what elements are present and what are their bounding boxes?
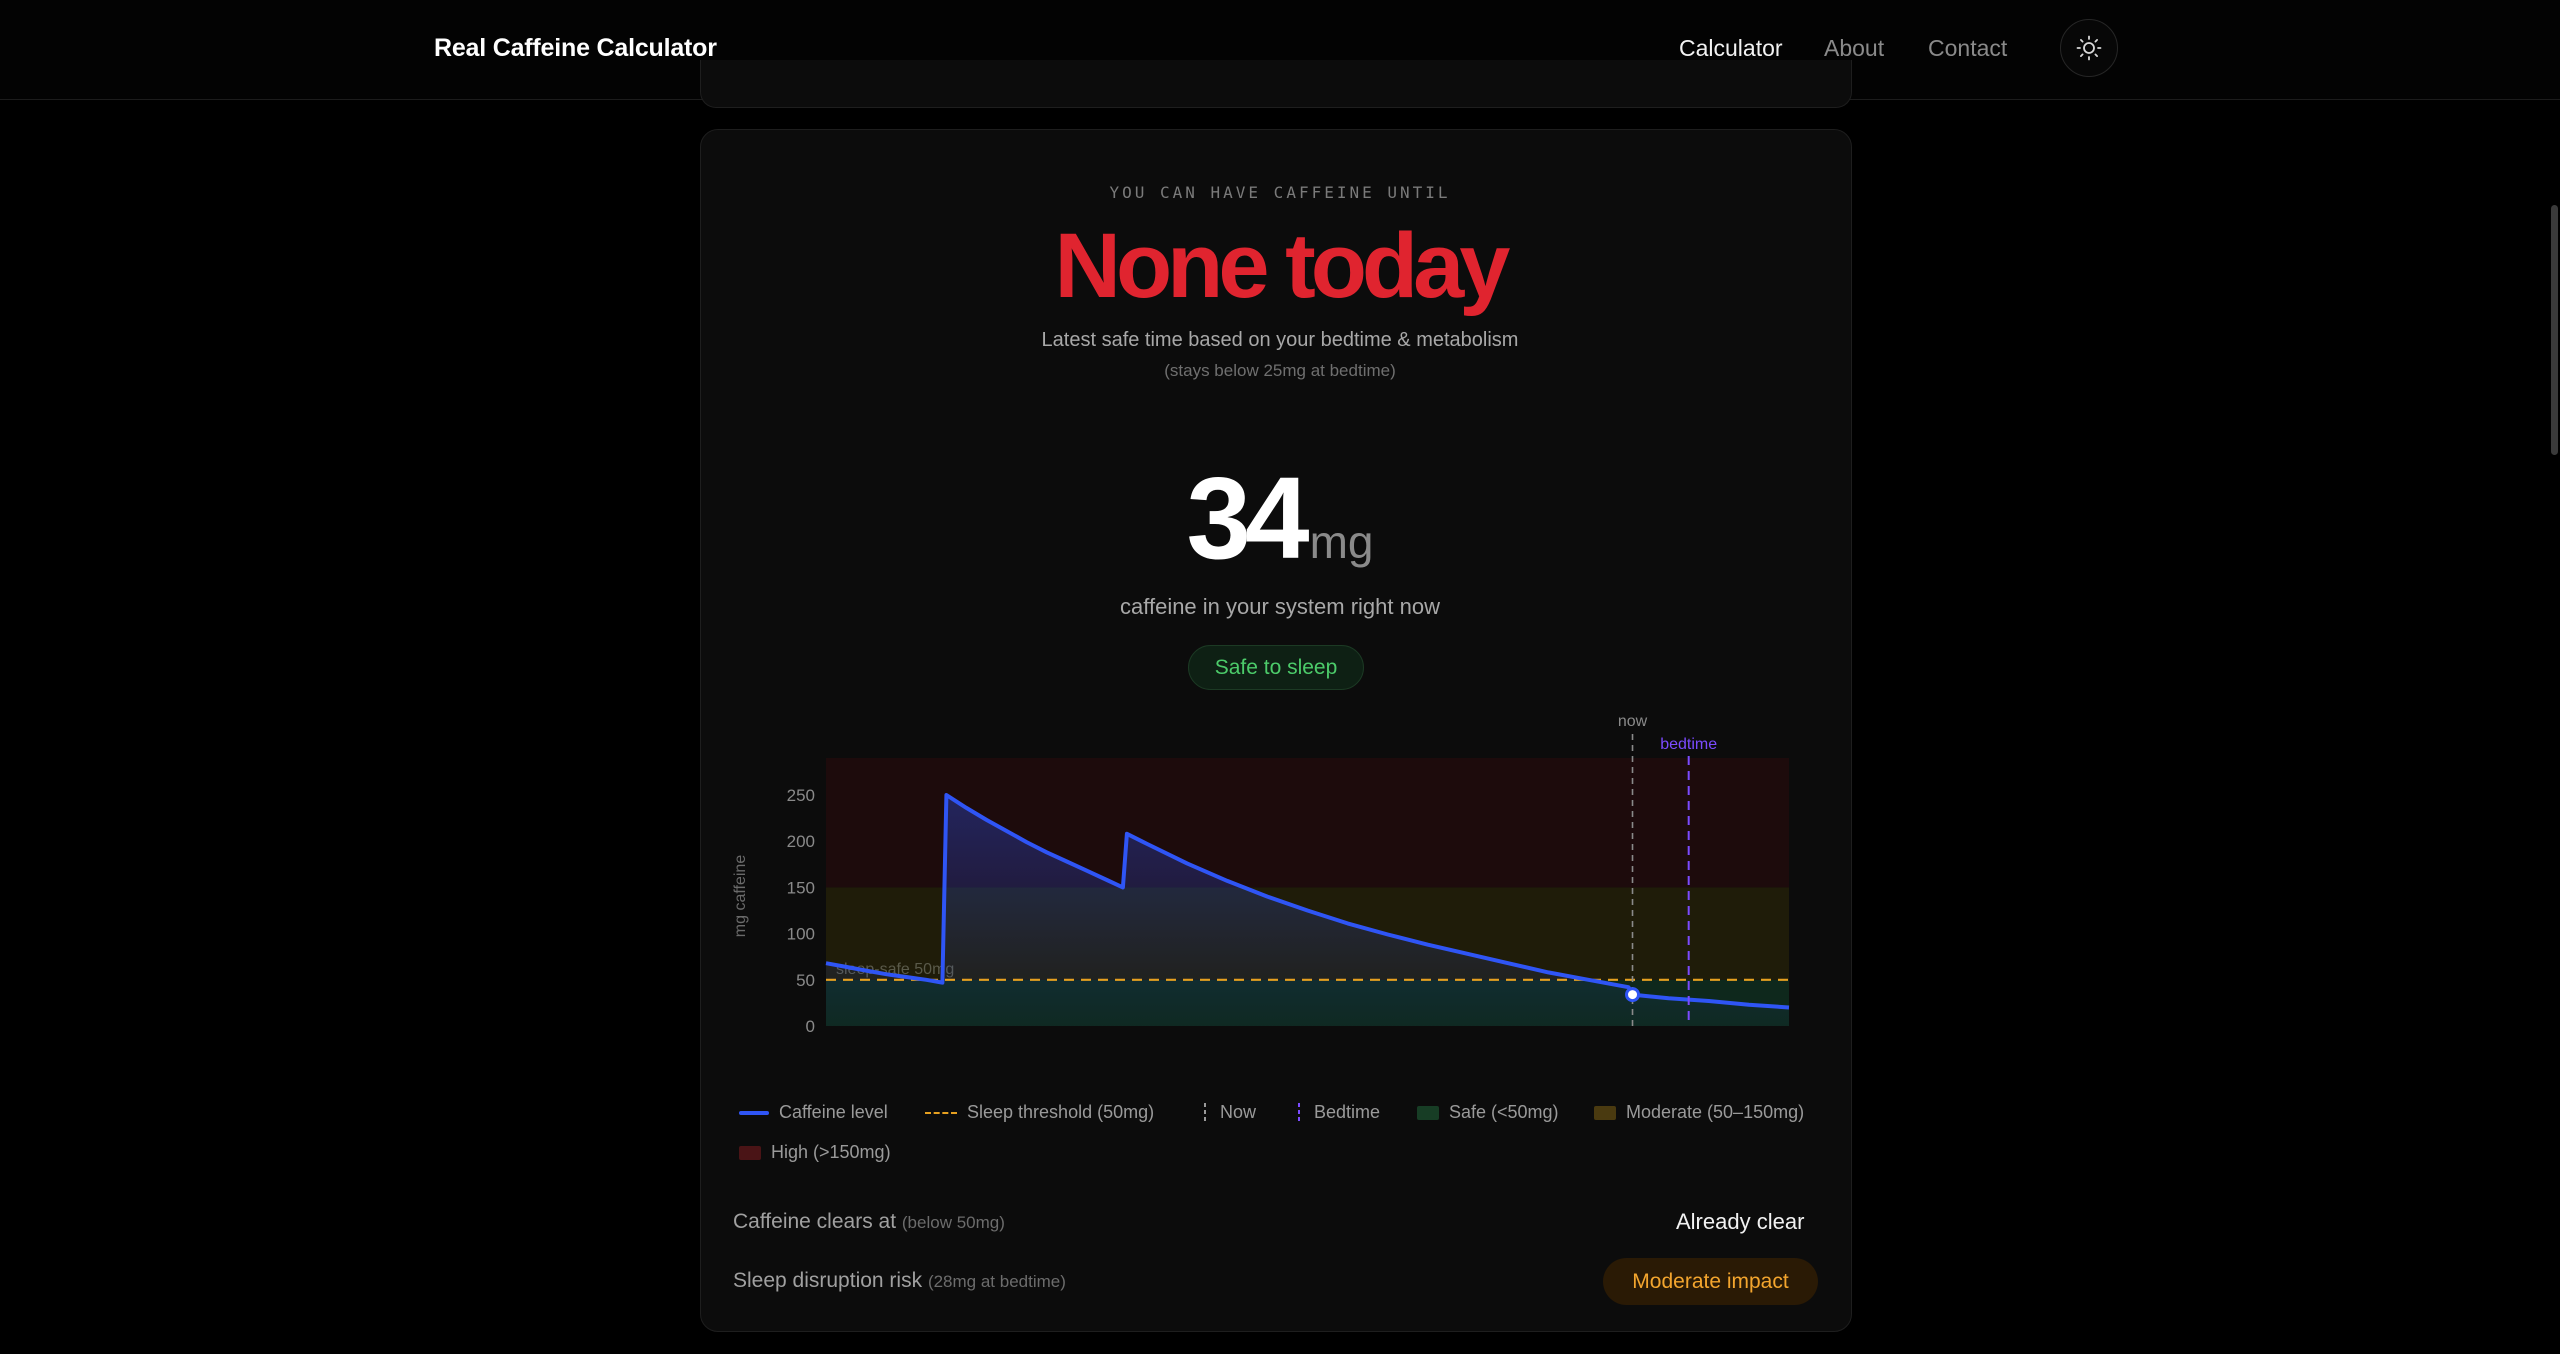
legend-item: Bedtime xyxy=(1294,1102,1380,1123)
nav-calculator-link[interactable]: Calculator xyxy=(1679,35,1783,62)
y-tick-label: 250 xyxy=(787,786,815,805)
legend-swatch xyxy=(1298,1102,1300,1123)
legend-label: Moderate (50–150mg) xyxy=(1626,1102,1805,1122)
page-scrollbar-thumb[interactable] xyxy=(2551,205,2558,455)
legend-item: Now xyxy=(1200,1102,1256,1123)
y-tick-label: 100 xyxy=(787,925,815,944)
current-caffeine-value: 34 xyxy=(1186,453,1310,583)
now-point xyxy=(1625,987,1641,1003)
bedtime-marker-label: bedtime xyxy=(1660,736,1717,753)
legend-label: High (>150mg) xyxy=(771,1142,891,1162)
current-caffeine-readout: 34 mg xyxy=(0,460,2560,576)
current-caffeine-caption: caffeine in your system right now xyxy=(1120,594,1440,619)
clears-at-text: Caffeine clears at xyxy=(733,1210,897,1233)
y-tick-label: 150 xyxy=(787,878,815,897)
y-tick-label: 50 xyxy=(796,971,815,990)
legend-label: Safe (<50mg) xyxy=(1449,1102,1559,1122)
legend-swatch xyxy=(1594,1105,1616,1120)
sleep-risk-badge: Moderate impact xyxy=(1603,1258,1818,1305)
nav-about-link[interactable]: About xyxy=(1824,35,1884,62)
sleep-risk-text: Sleep disruption risk xyxy=(733,1269,923,1292)
legend-item: High (>150mg) xyxy=(739,1142,891,1163)
legend-item: Caffeine level xyxy=(739,1102,888,1123)
clears-at-value: Already clear xyxy=(1676,1209,1805,1234)
current-caffeine-unit: mg xyxy=(1309,516,1374,568)
legend-swatch xyxy=(1204,1102,1206,1123)
sleep-risk-label: Sleep disruption risk (28mg at bedtime) xyxy=(733,1269,1066,1293)
legend-label: Caffeine level xyxy=(779,1102,888,1122)
legend-item: Moderate (50–150mg) xyxy=(1594,1102,1804,1123)
brand-logo-text[interactable]: Real Caffeine Calculator xyxy=(434,34,717,63)
legend-swatch xyxy=(739,1145,761,1160)
sleep-risk-hint: (28mg at bedtime) xyxy=(927,1272,1066,1291)
deadline-eyebrow: YOU CAN HAVE CAFFEINE UNTIL xyxy=(1109,183,1451,202)
now-marker-label: now xyxy=(1618,713,1648,730)
legend-label: Sleep threshold (50mg) xyxy=(967,1102,1155,1122)
y-tick-label: 200 xyxy=(787,832,815,851)
legend-item: Safe (<50mg) xyxy=(1417,1102,1559,1123)
legend-swatch xyxy=(1417,1105,1439,1120)
legend-label: Now xyxy=(1220,1102,1257,1122)
deadline-subtitle: Latest safe time based on your bedtime &… xyxy=(1041,329,1519,351)
legend-item: Sleep threshold (50mg) xyxy=(925,1102,1154,1123)
clears-at-label: Caffeine clears at (below 50mg) xyxy=(733,1210,1005,1234)
caffeine-level-chart: 050100150200250mg caffeine7:00 AM11:00 A… xyxy=(732,713,1790,1036)
sleep-status-badge: Safe to sleep xyxy=(1188,645,1364,690)
legend-swatch xyxy=(925,1111,957,1114)
legend-label: Bedtime xyxy=(1314,1102,1381,1122)
legend-swatch xyxy=(739,1110,769,1115)
deadline-note: (stays below 25mg at bedtime) xyxy=(1164,361,1396,380)
y-tick-label: 0 xyxy=(806,1017,815,1036)
y-axis-label: mg caffeine xyxy=(732,855,749,938)
sun-icon xyxy=(2076,35,2102,61)
clears-at-hint: (below 50mg) xyxy=(901,1213,1005,1232)
previous-card-edge xyxy=(700,60,1852,108)
caffeine-deadline-headline: None today xyxy=(1054,215,1511,317)
nav-contact-link[interactable]: Contact xyxy=(1928,35,2007,62)
theme-toggle-button[interactable] xyxy=(2060,19,2118,77)
